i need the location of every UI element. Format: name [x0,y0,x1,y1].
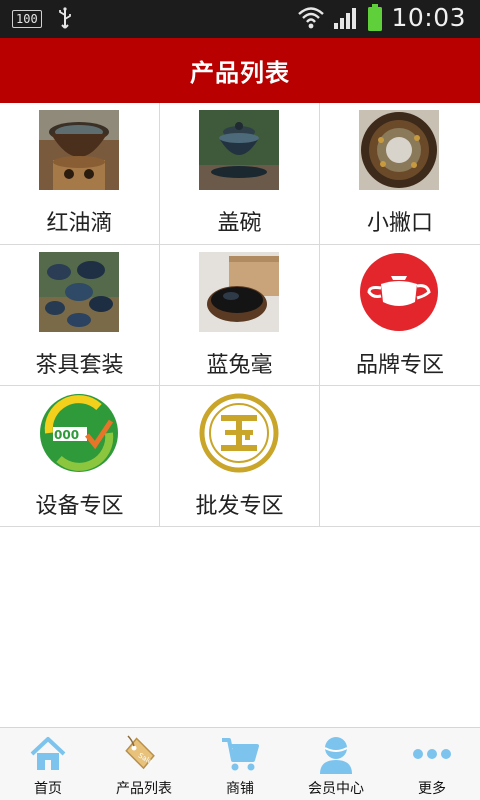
tab-label: 更多 [418,781,446,797]
clock: 10:03 [391,3,466,32]
price-tag-icon: Sale [125,735,155,770]
product-item-tea-set[interactable]: 茶具套装 [0,244,160,385]
user-icon [320,737,352,774]
empty-grid-cell [320,385,480,526]
product-label: 盖碗 [217,211,262,236]
wifi-icon [298,6,325,28]
lidded-bowl-photo [199,110,279,190]
product-item-oil-drop[interactable]: 红油滴 [0,103,160,244]
bottom-tab-bar: 首页 Sale 产品列表 商铺 会员中心 更多 [0,727,480,800]
product-item-flared-rim-cup[interactable]: 小撇口 [320,103,480,244]
product-label: 小撇口 [366,211,433,236]
battery-icon [368,3,383,31]
tab-product-list[interactable]: Sale 产品列表 [96,728,192,800]
product-item-lidded-bowl[interactable]: 盖碗 [160,103,320,244]
product-label: 批发专区 [195,494,284,519]
product-label: 设备专区 [35,494,124,519]
teapot-icon [360,253,438,331]
tab-more[interactable]: 更多 [384,728,480,800]
shopping-cart-icon [222,738,259,771]
usb-icon [58,7,71,29]
home-icon [30,737,66,770]
svg-text:000: 000 [54,428,79,442]
page-title: 产品列表 [190,59,290,87]
signal-strength-icon [334,7,357,29]
tab-label: 产品列表 [116,781,172,797]
tab-home[interactable]: 首页 [0,728,96,800]
product-label: 红油滴 [46,211,113,236]
product-item-equipment-zone[interactable]: 000 设备专区 [0,385,160,526]
more-dots-icon [413,749,451,759]
product-label: 蓝兔毫 [206,353,273,378]
equipment-logo-icon: 000 [40,394,118,472]
flared-rim-cup-photo [359,110,439,190]
battery-level-indicator: 100 [12,10,42,28]
product-grid: 红油滴 盖碗 小撇口 茶具套装 蓝兔毫 品牌专区 000 设备专区 批发专区 [0,103,480,527]
product-item-blue-hare-fur[interactable]: 蓝兔毫 [160,244,320,385]
tab-member-center[interactable]: 会员中心 [288,728,384,800]
status-bar: 100 10:03 [0,0,480,38]
product-label: 茶具套装 [35,353,124,378]
product-item-wholesale-zone[interactable]: 批发专区 [160,385,320,526]
title-bar: 产品列表 [0,38,480,103]
tab-label: 会员中心 [308,781,364,797]
product-item-brand-zone[interactable]: 品牌专区 [320,244,480,385]
tab-label: 商铺 [226,781,254,797]
tab-shop[interactable]: 商铺 [192,728,288,800]
oil-drop-teacup-photo [39,110,119,190]
blue-hare-fur-cup-photo [199,252,279,332]
product-label: 品牌专区 [355,353,444,378]
wholesale-coin-icon [199,393,279,473]
tab-label: 首页 [34,781,62,797]
tea-set-photo [39,252,119,332]
